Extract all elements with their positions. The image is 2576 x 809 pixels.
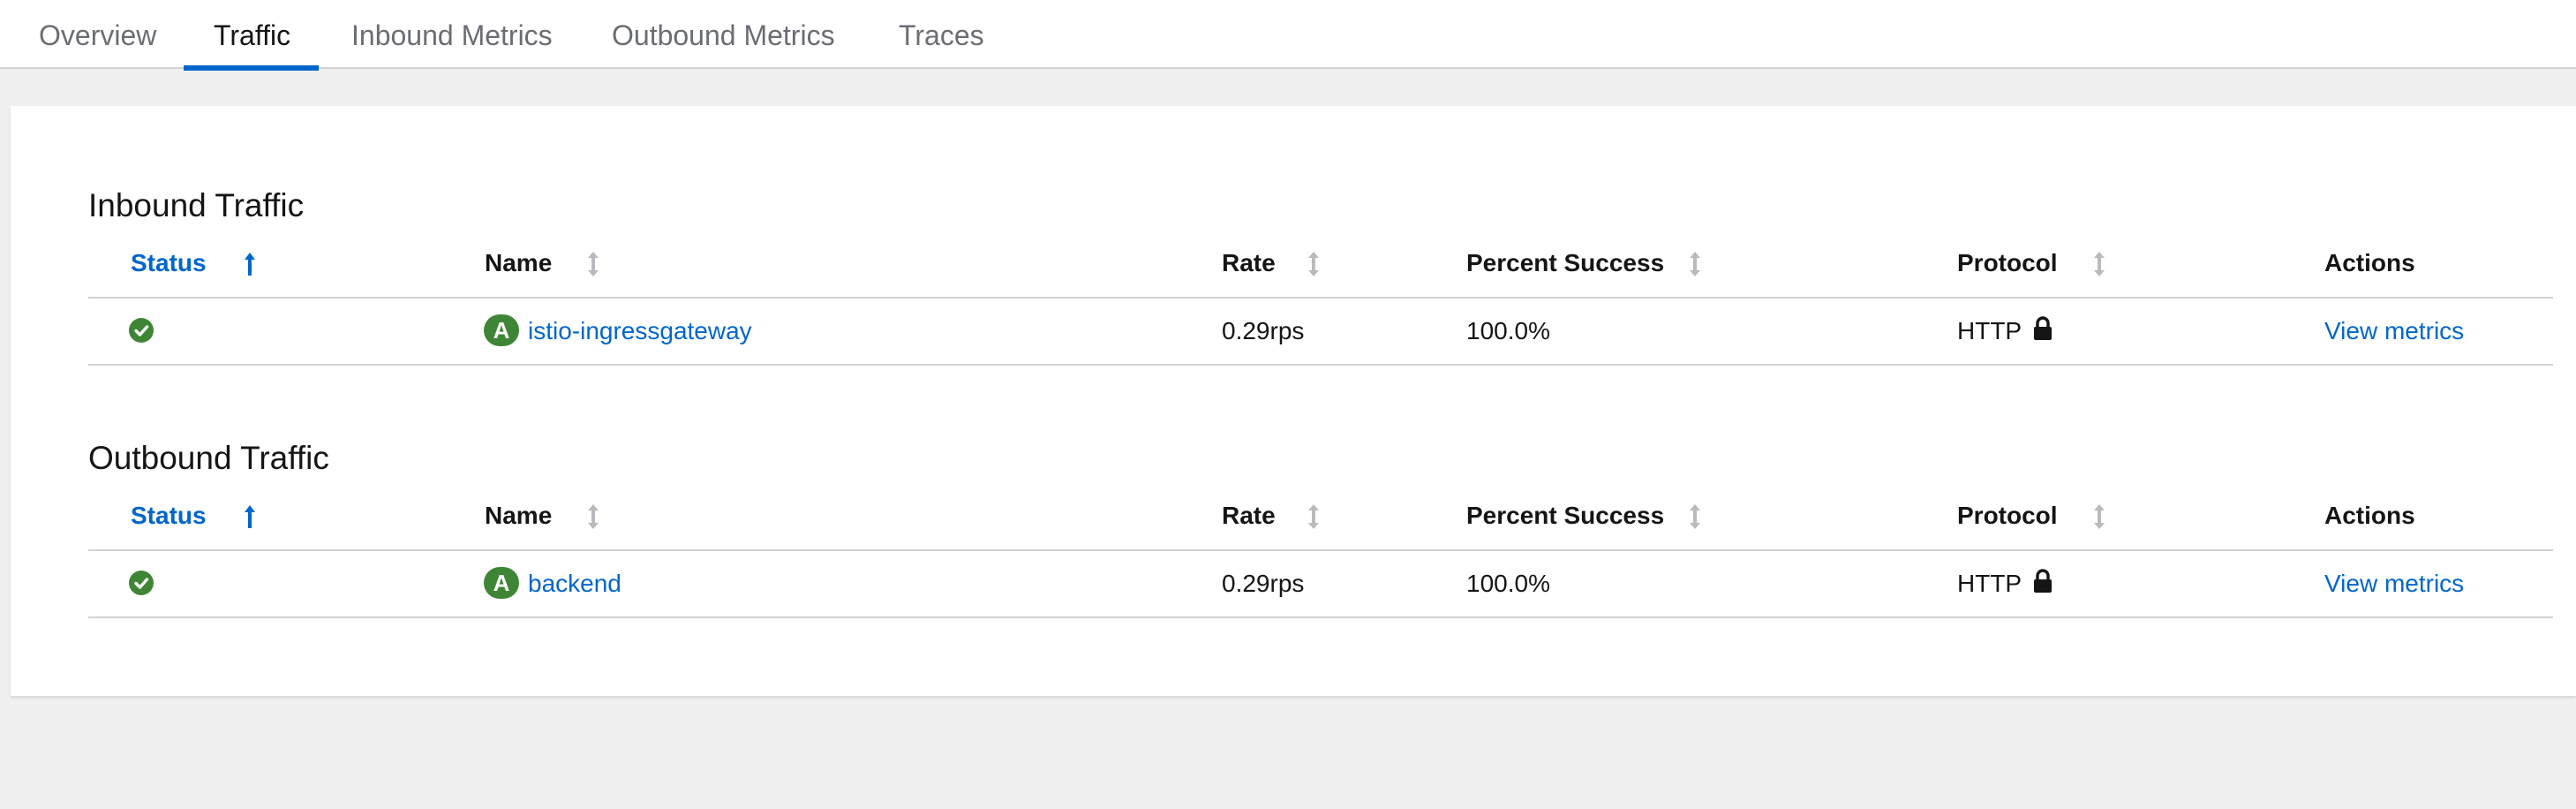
inbound-name-link[interactable]: istio-ingressgateway bbox=[528, 317, 752, 345]
active-tab-indicator bbox=[184, 65, 320, 71]
rate-value: 0.29rps bbox=[1222, 317, 1305, 344]
tab-traces[interactable]: Traces bbox=[899, 0, 984, 69]
row-divider bbox=[88, 364, 2553, 366]
header-divider bbox=[88, 297, 2553, 299]
tab-overview[interactable]: Overview bbox=[39, 0, 156, 69]
tab-traffic-label: Traffic bbox=[214, 19, 291, 51]
view-metrics-link[interactable]: View metrics bbox=[2324, 317, 2464, 345]
protocol-value: HTTP bbox=[1957, 317, 2022, 344]
lock-icon bbox=[2034, 569, 2052, 593]
tab-bar: Overview Traffic Inbound Metrics Outboun… bbox=[0, 0, 2576, 71]
sort-icon[interactable] bbox=[2093, 251, 2105, 277]
check-circle-icon bbox=[129, 318, 154, 343]
arrow-up-icon[interactable] bbox=[244, 503, 256, 530]
percent-success-value: 100.0% bbox=[1466, 570, 1550, 597]
lock-icon bbox=[2034, 316, 2052, 340]
column-status-header[interactable]: Status bbox=[131, 249, 207, 277]
column-rate-header[interactable]: Rate bbox=[1222, 502, 1276, 530]
column-protocol-header[interactable]: Protocol bbox=[1957, 249, 2058, 277]
column-rate-header[interactable]: Rate bbox=[1222, 249, 1276, 277]
protocol-value: HTTP bbox=[1957, 570, 2022, 597]
sort-icon[interactable] bbox=[587, 503, 599, 530]
outbound-traffic-title: Outbound Traffic bbox=[88, 440, 329, 476]
percent-success-value: 100.0% bbox=[1466, 317, 1550, 344]
sort-icon[interactable] bbox=[1307, 503, 1320, 530]
view-metrics-link[interactable]: View metrics bbox=[2324, 570, 2464, 598]
traffic-card: Inbound Traffic Status Name Rate Percent… bbox=[11, 106, 2576, 696]
sort-icon[interactable] bbox=[587, 251, 599, 277]
sort-icon[interactable] bbox=[1689, 251, 1701, 277]
outbound-name-link[interactable]: backend bbox=[528, 570, 621, 598]
check-circle-icon bbox=[129, 571, 154, 595]
arrow-up-icon[interactable] bbox=[244, 251, 256, 277]
sort-icon[interactable] bbox=[1689, 503, 1701, 530]
column-name-header[interactable]: Name bbox=[485, 502, 552, 530]
column-status-header[interactable]: Status bbox=[131, 502, 207, 530]
row-divider bbox=[88, 616, 2553, 618]
column-percent-success-header[interactable]: Percent Success bbox=[1466, 502, 1664, 530]
column-actions-header: Actions bbox=[2324, 502, 2415, 529]
column-name-header[interactable]: Name bbox=[485, 249, 552, 277]
sort-icon[interactable] bbox=[2093, 503, 2105, 530]
inbound-traffic-title: Inbound Traffic bbox=[88, 187, 305, 223]
header-divider bbox=[88, 549, 2553, 551]
column-protocol-header[interactable]: Protocol bbox=[1957, 502, 2058, 530]
rate-value: 0.29rps bbox=[1222, 570, 1305, 597]
column-actions-header: Actions bbox=[2324, 249, 2415, 276]
app-badge: A bbox=[484, 314, 519, 346]
tab-traffic[interactable]: Traffic bbox=[184, 0, 320, 71]
tab-inbound-metrics[interactable]: Inbound Metrics bbox=[351, 0, 553, 69]
sort-icon[interactable] bbox=[1307, 251, 1320, 277]
column-percent-success-header[interactable]: Percent Success bbox=[1466, 249, 1664, 277]
tab-outbound-metrics[interactable]: Outbound Metrics bbox=[612, 0, 835, 69]
app-badge: A bbox=[484, 567, 519, 599]
